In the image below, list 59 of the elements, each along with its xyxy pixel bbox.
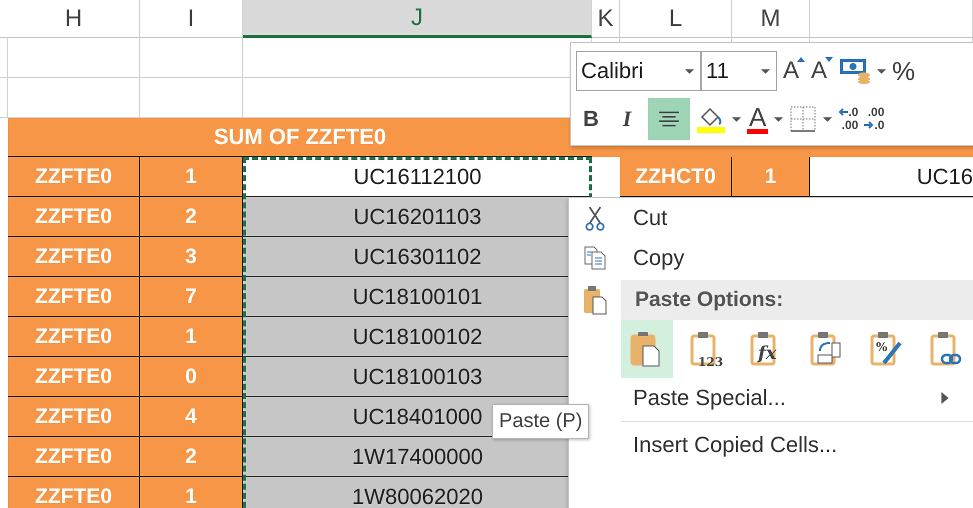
borders-icon[interactable] bbox=[789, 105, 818, 133]
table-cell: 2 bbox=[140, 437, 243, 477]
scissors-icon bbox=[584, 205, 606, 231]
column-header[interactable]: J bbox=[243, 0, 592, 38]
decrease-font-size-button[interactable]: A bbox=[811, 57, 834, 85]
table-cell: ZZFTE0 bbox=[8, 197, 140, 237]
font-size-dropdown[interactable]: 11 bbox=[701, 51, 777, 91]
tooltip: Paste (P) bbox=[492, 404, 590, 439]
column-header[interactable]: L bbox=[620, 0, 732, 38]
clipboard-icon bbox=[583, 285, 607, 315]
table-cell: ZZFTE0 bbox=[8, 317, 140, 357]
table-cell: ZZFTE0 bbox=[8, 157, 140, 197]
copy-icon bbox=[584, 246, 606, 270]
down-triangle-icon bbox=[825, 57, 834, 62]
table-cell: ZZFTE0 bbox=[8, 277, 140, 317]
dropdown-arrow-icon[interactable] bbox=[877, 68, 886, 74]
column-header[interactable]: K bbox=[592, 0, 620, 38]
table-cell: ZZFTE0 bbox=[8, 357, 140, 397]
right-arrow-icon bbox=[864, 121, 874, 129]
column-header[interactable]: M bbox=[732, 0, 810, 38]
clipboard-icon bbox=[930, 331, 964, 367]
table-cell: ZZHCT0 bbox=[620, 157, 732, 197]
column-header[interactable]: H bbox=[8, 0, 140, 38]
font-name-dropdown[interactable]: Calibri bbox=[576, 51, 701, 91]
table-cell: 1 bbox=[140, 157, 243, 197]
submenu-arrow-icon bbox=[941, 392, 949, 404]
table-cell: 3 bbox=[140, 237, 243, 277]
menu-section-header: Paste Options: bbox=[621, 280, 973, 320]
up-triangle-icon bbox=[797, 57, 806, 62]
left-arrow-icon bbox=[838, 108, 848, 116]
column-header[interactable]: I bbox=[140, 0, 243, 38]
table-cell: ZZFTE0 bbox=[8, 477, 140, 508]
table-cell: 1 bbox=[140, 477, 243, 508]
dropdown-arrow-icon[interactable] bbox=[774, 116, 784, 122]
increase-font-size-button[interactable]: A bbox=[783, 57, 806, 85]
dropdown-arrow-icon[interactable] bbox=[732, 116, 741, 122]
dropdown-arrow-icon bbox=[685, 68, 694, 74]
font-color-button[interactable]: A bbox=[747, 104, 768, 134]
italic-button[interactable]: I bbox=[612, 99, 642, 139]
table-cell: 1 bbox=[140, 317, 243, 357]
dropdown-arrow-icon bbox=[761, 68, 770, 74]
paint-bucket-icon[interactable] bbox=[696, 105, 726, 133]
align-center-icon bbox=[658, 111, 680, 127]
table-cell: ZZFTE0 bbox=[8, 237, 140, 277]
table-cell: 7 bbox=[140, 277, 243, 317]
paste-option-button[interactable] bbox=[621, 320, 673, 378]
table-cell: 1 bbox=[732, 157, 810, 197]
dropdown-arrow-icon[interactable] bbox=[823, 116, 832, 122]
table-cell: 2 bbox=[140, 197, 243, 237]
center-align-button[interactable] bbox=[648, 98, 690, 140]
table-cell: 4 bbox=[140, 397, 243, 437]
table-cell: 0 bbox=[140, 357, 243, 397]
decrease-decimal-button[interactable]: .00 .0 bbox=[864, 106, 884, 132]
paste-option-button[interactable]: % bbox=[861, 320, 913, 378]
percent-style-button[interactable]: % bbox=[892, 56, 916, 86]
increase-decimal-button[interactable]: .0 .00 bbox=[838, 106, 858, 132]
table-cell: ZZFTE0 bbox=[8, 437, 140, 477]
table-cell: ZZFTE0 bbox=[8, 397, 140, 437]
money-icon[interactable] bbox=[839, 58, 872, 84]
